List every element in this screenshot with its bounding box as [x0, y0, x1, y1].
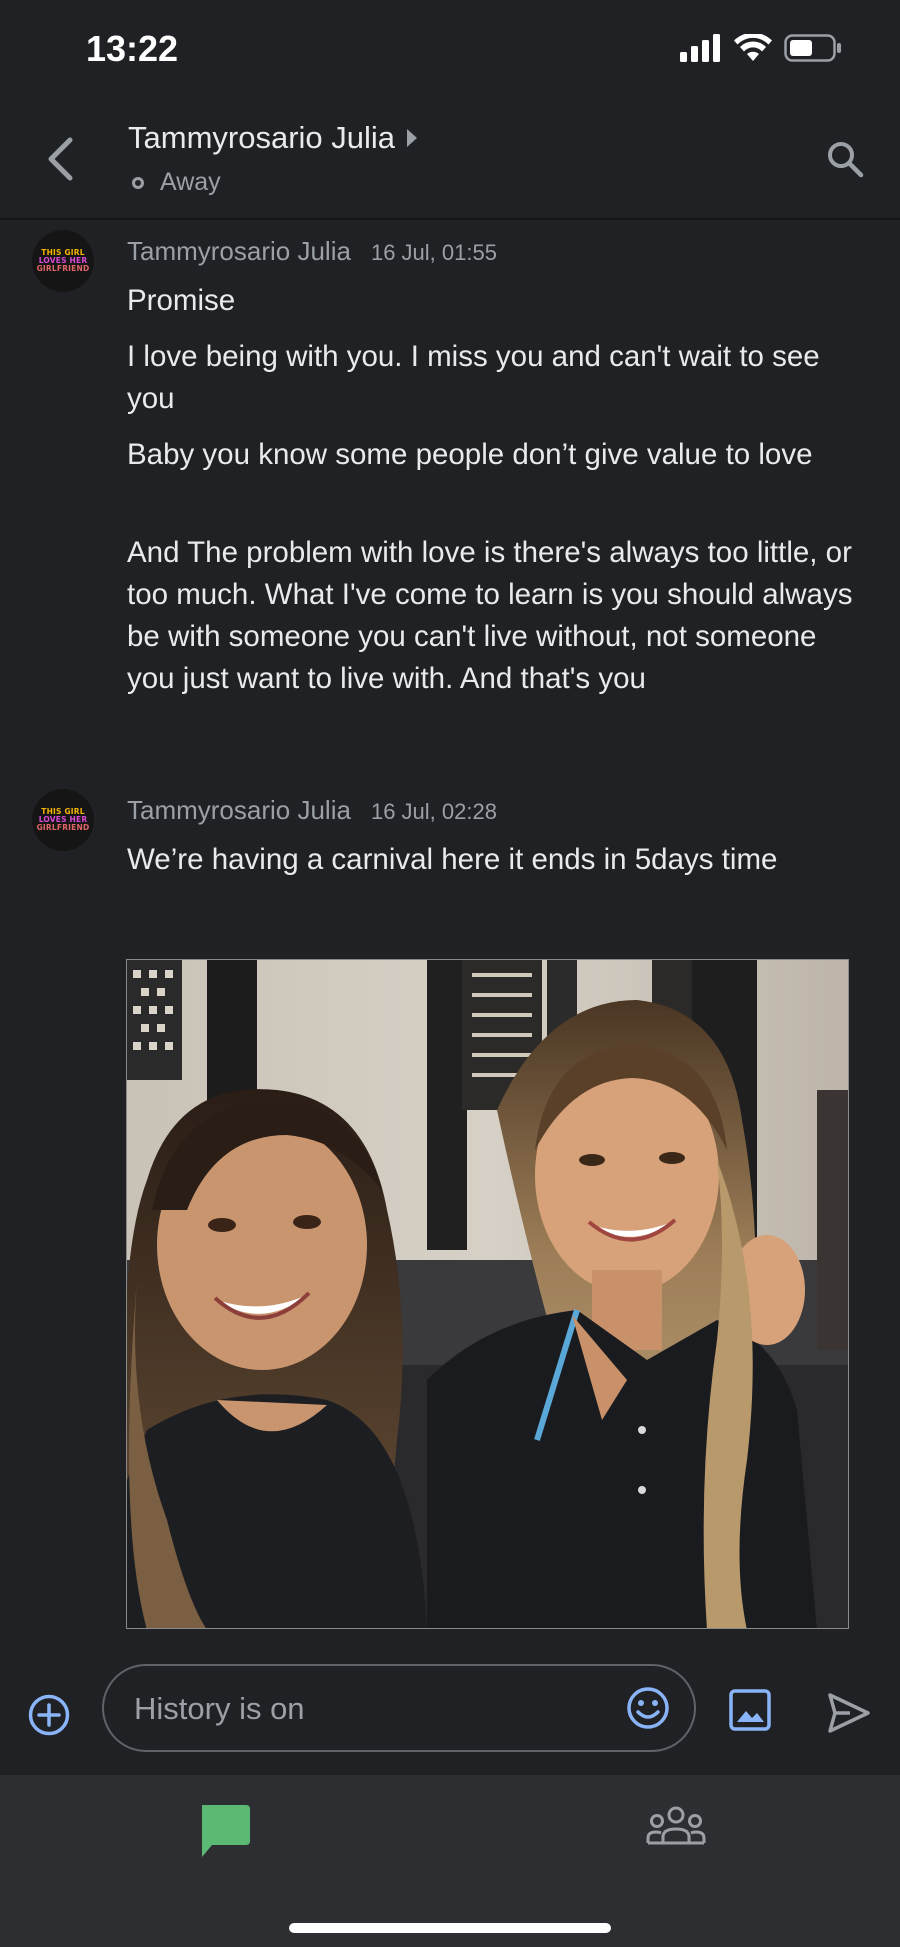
avatar[interactable]: THIS GIRL LOVES HER GIRLFRIEND [32, 230, 94, 292]
message-meta: Tammyrosario Julia 16 Jul, 02:28 [127, 795, 497, 826]
message-meta: Tammyrosario Julia 16 Jul, 01:55 [127, 236, 497, 267]
message-input[interactable] [132, 1684, 596, 1734]
photo-attachment[interactable] [126, 959, 849, 1629]
message-timestamp: 16 Jul, 02:28 [370, 799, 497, 824]
avatar-text-line: GIRLFRIEND [36, 264, 90, 273]
home-indicator[interactable] [289, 1923, 611, 1933]
chat-icon [202, 1805, 250, 1857]
message-text[interactable]: Baby you know some people don’t give val… [127, 434, 862, 476]
tab-rooms[interactable] [646, 1801, 706, 1857]
signal-icon [680, 34, 720, 62]
away-status-icon [132, 176, 144, 189]
message-text[interactable]: And The problem with love is there's alw… [127, 532, 862, 700]
sender-name: Tammyrosario Julia [127, 795, 351, 825]
battery-icon [784, 34, 841, 62]
conversation-title: Tammyrosario Julia [128, 120, 396, 155]
send-icon [828, 1693, 870, 1733]
sender-name: Tammyrosario Julia [127, 236, 351, 266]
emoji-icon [627, 1687, 669, 1729]
status-time: 13:22 [86, 28, 179, 69]
caret-right-icon [407, 129, 418, 147]
add-attachment-button[interactable] [28, 1694, 70, 1736]
back-arrow-icon [48, 137, 73, 181]
tab-chat[interactable] [196, 1801, 254, 1861]
wifi-icon [734, 34, 772, 61]
presence-status: Away [132, 168, 221, 197]
avatar-text-line: GIRLFRIEND [36, 823, 90, 832]
message-text[interactable]: Promise [127, 280, 862, 322]
message-text[interactable]: I love being with you. I miss you and ca… [127, 336, 862, 420]
send-button[interactable] [826, 1690, 872, 1736]
message-input-container [102, 1664, 696, 1752]
presence-label: Away [160, 168, 221, 196]
bottom-navigation [0, 1775, 900, 1947]
avatar[interactable]: THIS GIRL LOVES HER GIRLFRIEND [32, 789, 94, 851]
back-button[interactable] [36, 130, 84, 188]
emoji-button[interactable] [626, 1686, 670, 1730]
status-bar: 13:22 [0, 0, 900, 100]
group-icon [646, 1806, 706, 1845]
chat-header: Tammyrosario Julia Away [0, 100, 900, 218]
add-circle-icon [28, 1694, 70, 1736]
message-timestamp: 16 Jul, 01:55 [370, 240, 497, 265]
image-icon [729, 1689, 771, 1731]
status-icons [680, 34, 842, 62]
image-upload-button[interactable] [728, 1688, 772, 1732]
message-text[interactable]: We’re having a carnival here it ends in … [127, 839, 862, 881]
conversation-title-button[interactable]: Tammyrosario Julia [128, 120, 419, 156]
search-button[interactable] [820, 134, 870, 184]
search-icon [828, 142, 864, 178]
message-composer [0, 1660, 900, 1775]
photo-image [127, 960, 848, 1628]
